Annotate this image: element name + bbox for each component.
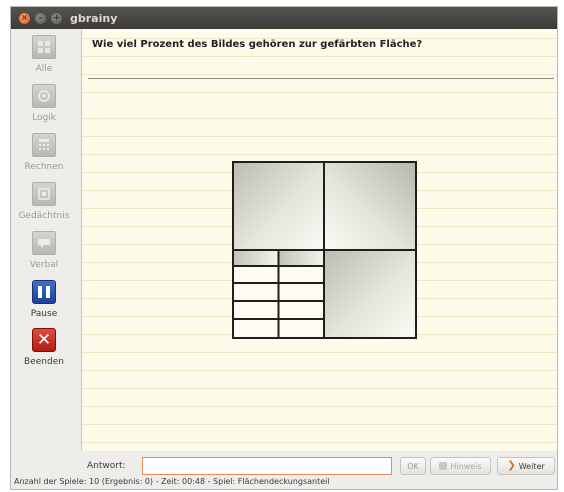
all-games-icon: [32, 35, 56, 59]
calculation-icon: [32, 133, 56, 157]
sidebar-item-calculation[interactable]: Rechnen: [11, 133, 77, 172]
sidebar-item-pause[interactable]: Pause: [11, 280, 77, 319]
sidebar-item-memory[interactable]: Gedächtnis: [11, 182, 77, 221]
question-divider: [88, 78, 554, 79]
shaded-quadrant-top-right: [324, 162, 416, 250]
shaded-quadrant-bottom-right: [324, 250, 416, 338]
sidebar-item-all[interactable]: Alle: [11, 35, 77, 74]
hint-button[interactable]: Hinweis: [430, 457, 491, 475]
answer-input[interactable]: [142, 457, 392, 475]
shaded-strip-right: [278, 250, 324, 266]
sidebar-item-label: Pause: [30, 309, 58, 319]
exit-icon: ✕: [32, 328, 56, 352]
logic-icon: [32, 84, 56, 108]
ok-button[interactable]: OK: [400, 457, 426, 475]
sidebar-item-label: Logik: [32, 113, 56, 123]
hint-label: Hinweis: [450, 461, 482, 471]
window-minimize-button[interactable]: –: [35, 12, 46, 24]
sidebar-item-exit[interactable]: ✕ Beenden: [11, 328, 77, 367]
question-text: Wie viel Prozent des Bildes gehören zur …: [92, 39, 423, 50]
answer-label: Antwort:: [87, 461, 126, 471]
status-text: Anzahl der Spiele: 10 (Ergebnis: 0) - Ze…: [14, 477, 330, 486]
title-bar: × – + gbrainy: [11, 7, 557, 29]
memory-icon: [32, 182, 56, 206]
puzzle-figure: [232, 161, 418, 339]
app-window: × – + gbrainy Alle Logik Rechnen Gedächt…: [10, 6, 558, 490]
verbal-icon: [32, 231, 56, 255]
next-label: Weiter: [518, 461, 545, 471]
pause-icon: [32, 280, 56, 304]
maximize-icon: +: [53, 13, 60, 22]
next-arrow-icon: ❯: [507, 460, 516, 471]
minimize-icon: –: [38, 13, 43, 22]
sidebar-item-label: Rechnen: [24, 162, 64, 172]
puzzle-area: Wie viel Prozent des Bildes gehören zur …: [81, 29, 557, 451]
next-button[interactable]: ❯ Weiter: [497, 457, 555, 475]
sidebar-item-label: Gedächtnis: [18, 211, 70, 221]
game-type-sidebar: Alle Logik Rechnen Gedächtnis Verbal Pau…: [11, 29, 77, 472]
window-title: gbrainy: [70, 11, 118, 25]
shaded-quadrant-top-left: [233, 162, 324, 250]
sidebar-item-label: Verbal: [29, 260, 59, 270]
area-coverage-figure: [232, 161, 417, 339]
sidebar-item-label: Alle: [35, 64, 53, 74]
window-maximize-button[interactable]: +: [51, 12, 62, 24]
close-icon: ×: [21, 13, 28, 22]
sidebar-item-logic[interactable]: Logik: [11, 84, 77, 123]
hint-icon: [439, 462, 448, 470]
sidebar-item-verbal[interactable]: Verbal: [11, 231, 77, 270]
shaded-strip-left: [233, 250, 279, 266]
sidebar-item-label: Beenden: [24, 357, 64, 367]
window-close-button[interactable]: ×: [19, 12, 30, 24]
status-bar: Anzahl der Spiele: 10 (Ergebnis: 0) - Ze…: [11, 474, 557, 489]
